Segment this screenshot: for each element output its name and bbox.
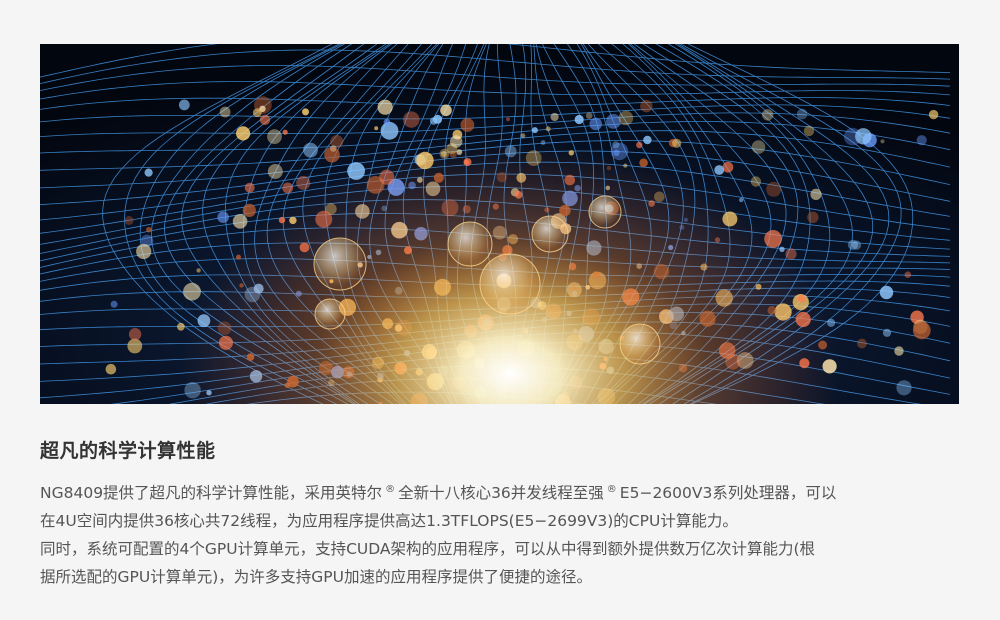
glow-bubble — [447, 221, 493, 267]
particle — [506, 117, 510, 122]
paragraph-2: 同时，系统可配置的4个GPU计算单元，支持CUDA架构的应用程序，可以从中得到额… — [40, 535, 970, 591]
particle — [183, 282, 201, 301]
particle — [196, 268, 201, 273]
particle — [810, 188, 822, 200]
particle — [640, 99, 653, 113]
particle — [244, 182, 255, 193]
particle — [177, 322, 185, 331]
particle — [540, 140, 546, 145]
particle — [928, 109, 939, 120]
particle — [722, 161, 734, 173]
particle — [751, 140, 766, 154]
para1-text-b: 全新十八核心36并发线程至强 — [398, 484, 604, 503]
particle — [330, 145, 337, 152]
particle — [124, 216, 134, 225]
glow-bubble — [619, 323, 661, 365]
particle — [146, 226, 152, 233]
particle — [383, 118, 391, 126]
particle — [267, 129, 282, 144]
registered-mark: ® — [385, 484, 396, 495]
particle — [282, 182, 294, 194]
particle — [252, 108, 262, 117]
particle — [545, 126, 551, 132]
particle — [879, 285, 894, 300]
hero-image — [40, 44, 959, 404]
para1-line-2: 在4U空间内提供36核心共72线程，为应用程序提供高达1.3TFLOPS(E5−… — [40, 512, 738, 531]
particle — [377, 99, 393, 115]
particle — [460, 118, 475, 132]
glow-bubble — [588, 195, 622, 229]
particle — [714, 165, 725, 175]
particle — [374, 126, 379, 131]
particle — [440, 104, 452, 117]
particle — [880, 139, 885, 144]
particle — [232, 214, 248, 229]
particle — [796, 108, 808, 120]
registered-mark: ® — [606, 484, 617, 495]
particle — [762, 109, 774, 121]
section-title: 超凡的科学计算性能 — [40, 440, 216, 462]
particle — [144, 168, 153, 177]
particle — [127, 338, 143, 354]
particle — [851, 240, 862, 250]
para2-line-2: 据所选配的GPU计算单元)，为许多支持GPU加速的应用程序提供了便捷的途径。 — [40, 568, 592, 587]
para2-line-1: 同时，系统可配置的4个GPU计算单元，支持CUDA架构的应用程序，可以从中得到额… — [40, 540, 816, 559]
paragraph-1: NG8409提供了超凡的科学计算性能，采用英特尔 ® 全新十八核心36并发线程至强 ®… — [40, 476, 970, 535]
particle — [739, 197, 744, 203]
particle — [904, 271, 912, 278]
section-body: NG8409提供了超凡的科学计算性能，采用英特尔 ® 全新十八核心36并发线程至强 ®… — [40, 476, 970, 591]
particle — [606, 114, 621, 129]
particle — [618, 110, 634, 126]
particle — [882, 328, 892, 337]
particle — [672, 138, 682, 148]
glow-bubble — [531, 215, 569, 253]
particle — [520, 133, 526, 139]
particle — [380, 121, 399, 140]
particle — [429, 117, 438, 125]
particle — [589, 117, 602, 131]
particle — [259, 114, 271, 126]
particle — [916, 135, 927, 146]
particle — [766, 181, 782, 197]
particle — [857, 338, 867, 349]
glow-bubble — [314, 298, 346, 330]
particle — [267, 164, 283, 179]
particle — [636, 141, 643, 149]
particle — [803, 125, 815, 137]
hero-illustration — [40, 44, 959, 404]
particle — [296, 175, 311, 190]
particle — [894, 346, 904, 356]
particle — [643, 135, 652, 145]
para1-text-c: E5−2600V3系列处理器，可以 — [619, 484, 837, 503]
particle — [136, 243, 152, 260]
particle — [217, 211, 229, 223]
para1-text-a: NG8409提供了超凡的科学计算性能，采用英特尔 — [40, 484, 383, 503]
particle — [242, 203, 256, 217]
particle — [807, 211, 819, 223]
particle — [403, 111, 420, 128]
particle — [550, 112, 559, 122]
particle — [110, 300, 118, 308]
particle — [450, 135, 463, 148]
page: 超凡的科学计算性能 NG8409提供了超凡的科学计算性能，采用英特尔 ® 全新十八核… — [0, 0, 1000, 620]
particle — [219, 106, 231, 118]
particle — [236, 126, 251, 141]
particle — [178, 99, 190, 111]
particle — [585, 112, 593, 119]
particle — [282, 129, 288, 135]
particle — [855, 128, 872, 145]
particle — [128, 328, 142, 341]
glow-bubble — [313, 237, 367, 291]
particle — [896, 380, 912, 396]
particle — [105, 363, 117, 375]
particle — [303, 142, 318, 158]
particle — [302, 108, 309, 116]
glow-bubble — [479, 253, 541, 315]
particle — [750, 176, 762, 187]
particle — [574, 114, 584, 125]
particle — [531, 127, 538, 134]
particle — [912, 321, 931, 340]
